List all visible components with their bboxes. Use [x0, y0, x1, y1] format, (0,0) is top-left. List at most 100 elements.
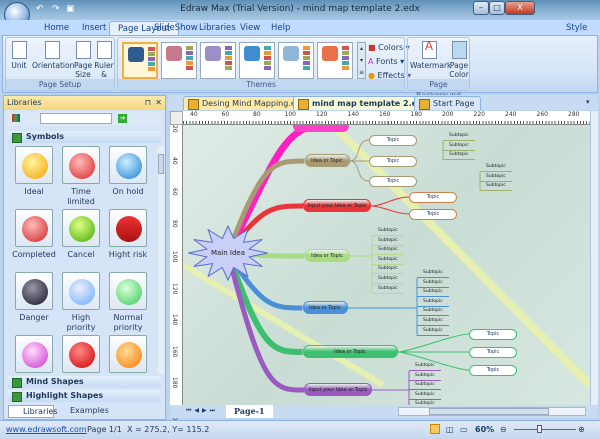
topic-node[interactable]: Topic: [409, 192, 457, 203]
zoom-out-button[interactable]: ⊖: [500, 421, 507, 438]
topic-node[interactable]: Topic: [409, 209, 457, 220]
close-button[interactable]: X: [505, 1, 535, 15]
section-highlight-shapes[interactable]: Highlight Shapes: [8, 390, 161, 402]
branch-node[interactable]: Idea or Topic: [304, 249, 350, 262]
subtopic[interactable]: Subtopic: [443, 131, 475, 141]
subtopic[interactable]: Subtopic: [372, 274, 404, 284]
redo-icon[interactable]: ↷: [52, 4, 60, 14]
symbol-high-priority[interactable]: [62, 272, 100, 310]
subtopic[interactable]: Subtopic: [443, 150, 475, 161]
pin-icon[interactable]: ⊓: [145, 96, 151, 110]
branch-node[interactable]: Idea or Topic: [304, 154, 350, 167]
branch-node[interactable]: Idea or Topic: [302, 345, 398, 358]
subtopic[interactable]: Subtopic: [480, 172, 512, 182]
subtopic[interactable]: Subtopic: [372, 226, 404, 236]
topic-node[interactable]: Topic: [469, 347, 517, 358]
subtopic[interactable]: Subtopic: [372, 236, 404, 246]
subtopic[interactable]: Subtopic: [409, 390, 441, 400]
symbol-normal-priority[interactable]: [109, 272, 147, 310]
subtopic[interactable]: Subtopic: [480, 181, 512, 192]
subtopic[interactable]: Subtopic: [372, 264, 404, 275]
doc-tab-start-page[interactable]: Start Page: [414, 96, 482, 110]
theme-5[interactable]: [278, 42, 314, 79]
panel-tab-libraries[interactable]: Libraries: [8, 405, 58, 418]
theme-1[interactable]: [122, 42, 158, 79]
tab-help[interactable]: Help: [263, 21, 298, 35]
panel-tab-examples[interactable]: Examples: [58, 405, 109, 418]
theme-3[interactable]: [200, 42, 236, 79]
subtopic[interactable]: Subtopic: [417, 306, 449, 317]
page-nav-buttons[interactable]: ⏮◀▶⏭: [186, 407, 218, 415]
topic-node[interactable]: Topic: [369, 156, 417, 167]
normal-view-icon[interactable]: [430, 424, 440, 434]
tab-home[interactable]: Home: [36, 21, 77, 35]
topic-node[interactable]: Topic: [469, 329, 517, 340]
maximize-button[interactable]: □: [489, 1, 505, 15]
branch-node[interactable]: Input your Idea or Topic: [303, 199, 371, 212]
section-mind-shapes[interactable]: Mind Shapes: [8, 376, 161, 388]
horizontal-scrollbar[interactable]: [398, 407, 586, 416]
topic-node[interactable]: Topic: [469, 365, 517, 376]
subtopic[interactable]: Subtopic: [372, 284, 404, 294]
symbols-scrollbar[interactable]: [158, 146, 164, 374]
drawing-canvas[interactable]: Main Idea Idea or Topic Topic Topic Topic Sub…: [183, 125, 590, 405]
page-color-button[interactable]: Page Color: [448, 41, 470, 79]
zoom-slider-thumb[interactable]: [537, 425, 542, 433]
tab-list-dropdown-icon[interactable]: ▾: [586, 98, 590, 106]
go-arrow-icon[interactable]: ➔: [118, 114, 127, 123]
subtopic[interactable]: Subtopic: [417, 278, 449, 288]
symbol-completed[interactable]: [15, 209, 53, 247]
orientation-button[interactable]: Orientation: [32, 41, 74, 70]
subtopic[interactable]: Subtopic: [417, 297, 449, 307]
symbol-time-limited[interactable]: [62, 146, 100, 184]
undo-icon[interactable]: ↶: [36, 4, 44, 14]
symbol-item-9[interactable]: [15, 335, 53, 373]
section-symbols[interactable]: Symbols: [8, 131, 161, 143]
minimize-button[interactable]: –: [473, 1, 489, 15]
open-icon[interactable]: ▣: [66, 4, 75, 14]
colors-button[interactable]: ■ Colors ▾: [368, 43, 410, 52]
unit-button[interactable]: Unit: [9, 41, 29, 70]
subtopic[interactable]: Subtopic: [417, 268, 449, 278]
subtopic[interactable]: Subtopic: [409, 361, 441, 371]
symbol-ideal[interactable]: [15, 146, 53, 184]
watermark-button[interactable]: A Watermark: [410, 40, 451, 70]
theme-2[interactable]: [161, 42, 197, 79]
library-search-input[interactable]: [40, 113, 112, 124]
subtopic[interactable]: Subtopic: [409, 380, 441, 391]
themes-scroll[interactable]: ▴ ▾ ≡: [357, 42, 366, 79]
effects-button[interactable]: ● Effects ▾: [368, 71, 411, 80]
slideshow-view-icon[interactable]: ▭: [460, 421, 468, 438]
subtopic[interactable]: Subtopic: [372, 245, 404, 256]
fonts-button[interactable]: A Fonts ▾: [368, 57, 404, 66]
branch-node[interactable]: Idea or Topic: [302, 301, 348, 314]
symbol-cancel[interactable]: [62, 209, 100, 247]
zoom-slider[interactable]: [514, 425, 576, 433]
topic-node[interactable]: Topic: [369, 135, 417, 146]
branch-node[interactable]: Input your Idea or Topic: [304, 383, 372, 396]
library-grid-icon[interactable]: [12, 114, 20, 122]
subtopic[interactable]: Subtopic: [409, 371, 441, 381]
symbol-item-11[interactable]: [109, 335, 147, 373]
symbol-on-hold[interactable]: [109, 146, 147, 184]
subtopic[interactable]: Subtopic: [372, 255, 404, 265]
subtopic[interactable]: Subtopic: [417, 326, 449, 336]
style-menu[interactable]: Style: [558, 21, 595, 35]
subtopic[interactable]: Subtopic: [417, 287, 449, 298]
topic-node[interactable]: Topic: [369, 176, 417, 187]
theme-4[interactable]: [239, 42, 275, 79]
page-tab-1[interactable]: Page-1: [226, 405, 273, 418]
symbol-item-10[interactable]: [62, 335, 100, 373]
page-size-button[interactable]: Page Size: [74, 41, 92, 79]
zoom-in-button[interactable]: ⊕: [578, 421, 585, 438]
top-branch-node[interactable]: [293, 125, 349, 132]
symbol-danger[interactable]: [15, 272, 53, 310]
website-link[interactable]: www.edrawsoft.com: [6, 421, 87, 438]
subtopic[interactable]: Subtopic: [480, 162, 512, 172]
subtopic[interactable]: Subtopic: [417, 316, 449, 326]
split-view-icon[interactable]: ◫: [446, 421, 454, 438]
close-panel-icon[interactable]: ✕: [155, 96, 162, 110]
subtopic[interactable]: Subtopic: [443, 141, 475, 151]
symbol-hight-risk[interactable]: [109, 209, 147, 247]
vertical-scrollbar[interactable]: [590, 111, 598, 405]
